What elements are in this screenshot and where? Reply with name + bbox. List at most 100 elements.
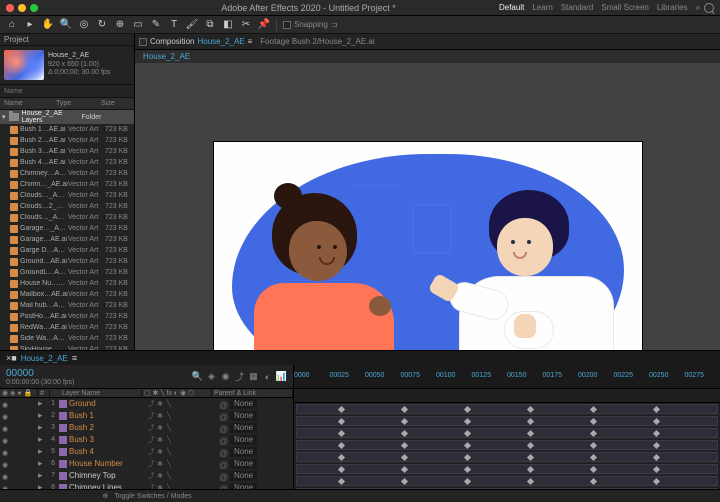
visibility-toggle-icon[interactable] xyxy=(0,471,10,481)
keyframe-icon[interactable] xyxy=(464,418,471,425)
zoom-in-icon[interactable]: ⊕ xyxy=(102,492,108,500)
search-icon[interactable]: 🔍 xyxy=(192,371,203,382)
keyframe-icon[interactable] xyxy=(464,430,471,437)
project-item[interactable]: Garge D…AE.aiVector Art723 KB xyxy=(0,245,134,256)
parent-dropdown[interactable]: None xyxy=(230,435,257,445)
text-tool-icon[interactable]: T xyxy=(168,19,180,31)
maximize-icon[interactable] xyxy=(30,4,38,12)
visibility-toggle-icon[interactable] xyxy=(0,399,10,409)
keyframe-icon[interactable] xyxy=(401,418,408,425)
shy-switch[interactable]: ⤴ xyxy=(147,424,155,432)
brush-tool-icon[interactable]: 🖌 xyxy=(186,19,198,31)
anchor-tool-icon[interactable]: ⊕ xyxy=(114,19,126,31)
current-frame[interactable]: 00000 xyxy=(6,368,75,379)
shy-switch[interactable]: ⤴ xyxy=(147,400,155,408)
keyframe-icon[interactable] xyxy=(338,454,345,461)
col-size[interactable]: Size xyxy=(101,100,115,107)
toggle-switches-modes[interactable]: Toggle Switches / Modes xyxy=(114,493,191,500)
col-layer-name[interactable]: Layer Name xyxy=(60,390,142,397)
keyframe-icon[interactable] xyxy=(590,406,597,413)
shy-icon[interactable]: ⤴ xyxy=(234,371,245,382)
frame-blend-icon[interactable]: ▦ xyxy=(248,371,259,382)
layer-row[interactable]: ▸2Bush 1⤴✱╲@None xyxy=(0,410,293,422)
layer-duration-bar[interactable] xyxy=(296,476,718,486)
pickwhip-icon[interactable]: @ xyxy=(219,460,227,468)
col-type[interactable]: Type xyxy=(56,100,101,107)
keyframe-icon[interactable] xyxy=(653,466,660,473)
keyframe-icon[interactable] xyxy=(527,478,534,485)
layer-row[interactable]: ▸7Chimney Top⤴✱╲@None xyxy=(0,470,293,482)
project-item[interactable]: Chimney…AE.aiVector Art723 KB xyxy=(0,168,134,179)
pen-tool-icon[interactable]: ✎ xyxy=(150,19,162,31)
parent-dropdown[interactable]: None xyxy=(230,459,257,469)
project-item[interactable]: Bush 1…AE.aiVector Art723 KB xyxy=(0,124,134,135)
keyframe-icon[interactable] xyxy=(590,454,597,461)
layer-row[interactable]: ▸4Bush 3⤴✱╲@None xyxy=(0,434,293,446)
composition-tab-active[interactable]: Composition House_2_AE ≡ xyxy=(139,34,252,49)
workspace-libraries[interactable]: Libraries xyxy=(657,3,688,12)
shy-switch[interactable]: ⤴ xyxy=(147,412,155,420)
shy-switch[interactable]: ⤴ xyxy=(147,448,155,456)
twirl-icon[interactable]: ▸ xyxy=(38,398,45,409)
layer-name[interactable]: Ground xyxy=(69,399,147,408)
layer-name[interactable]: Bush 1 xyxy=(69,411,147,420)
draft3d-icon[interactable]: ◉ xyxy=(220,371,231,382)
project-item[interactable]: Garage…AE.aiVector Art723 KB xyxy=(0,234,134,245)
keyframe-icon[interactable] xyxy=(527,442,534,449)
keyframe-icon[interactable] xyxy=(401,478,408,485)
keyframe-icon[interactable] xyxy=(590,466,597,473)
project-item[interactable]: RedWa…AE.aiVector Art723 KB xyxy=(0,322,134,333)
project-item[interactable]: Mailbox…AE.aiVector Art723 KB xyxy=(0,289,134,300)
asset-thumbnail[interactable] xyxy=(4,50,44,80)
col-parent[interactable]: Parent & Link xyxy=(212,390,293,397)
layer-color-label[interactable] xyxy=(59,472,67,480)
visibility-toggle-icon[interactable] xyxy=(0,423,10,433)
layer-color-label[interactable] xyxy=(59,448,67,456)
workspace-small-screen[interactable]: Small Screen xyxy=(601,3,649,12)
twirl-icon[interactable]: ▸ xyxy=(38,482,45,489)
puppet-tool-icon[interactable]: 📌 xyxy=(258,19,270,31)
keyframe-icon[interactable] xyxy=(338,418,345,425)
keyframe-icon[interactable] xyxy=(401,430,408,437)
twirl-icon[interactable]: ▸ xyxy=(38,410,45,421)
quality-switch[interactable]: ╲ xyxy=(165,460,173,468)
layer-row[interactable]: ▸5Bush 4⤴✱╲@None xyxy=(0,446,293,458)
search-icon[interactable] xyxy=(704,3,714,13)
collapse-switch[interactable]: ✱ xyxy=(156,448,164,456)
snap-edge-icon[interactable]: ⊐ xyxy=(331,20,338,29)
keyframe-icon[interactable] xyxy=(590,442,597,449)
keyframe-icon[interactable] xyxy=(338,466,345,473)
project-item[interactable]: House Nu…AE.aiVector Art723 KB xyxy=(0,278,134,289)
breadcrumb-item[interactable]: House_2_AE xyxy=(143,52,190,61)
layer-color-label[interactable] xyxy=(59,412,67,420)
pickwhip-icon[interactable]: @ xyxy=(219,472,227,480)
layer-duration-bar[interactable] xyxy=(296,428,718,438)
keyframe-icon[interactable] xyxy=(527,454,534,461)
tab-menu-icon[interactable]: ≡ xyxy=(72,353,77,363)
minimize-icon[interactable] xyxy=(18,4,26,12)
track-row[interactable] xyxy=(294,415,720,427)
keyframe-icon[interactable] xyxy=(464,466,471,473)
workspace-default[interactable]: Default xyxy=(499,3,524,12)
project-item[interactable]: Clouds…_AE.aiVector Art723 KB xyxy=(0,212,134,223)
keyframe-icon[interactable] xyxy=(464,442,471,449)
project-item[interactable]: Clouds…_AE.aiVector Art723 KB xyxy=(0,190,134,201)
twirl-icon[interactable]: ▸ xyxy=(38,470,45,481)
project-item[interactable]: Ground…AE.aiVector Art723 KB xyxy=(0,256,134,267)
layer-row[interactable]: ▸3Bush 2⤴✱╲@None xyxy=(0,422,293,434)
shy-switch[interactable]: ⤴ xyxy=(147,436,155,444)
keyframe-icon[interactable] xyxy=(653,430,660,437)
parent-dropdown[interactable]: None xyxy=(230,447,257,457)
snapping-toggle[interactable]: Snapping ⊐ xyxy=(283,20,338,29)
layer-color-label[interactable] xyxy=(59,436,67,444)
layer-name[interactable]: House Number xyxy=(69,459,147,468)
collapse-switch[interactable]: ✱ xyxy=(156,472,164,480)
quality-switch[interactable]: ╲ xyxy=(165,448,173,456)
visibility-toggle-icon[interactable] xyxy=(0,411,10,421)
home-icon[interactable]: ⌂ xyxy=(6,19,18,31)
project-item[interactable]: Clouds…2_AE.aiVector Art723 KB xyxy=(0,201,134,212)
parent-dropdown[interactable]: None xyxy=(230,423,257,433)
keyframe-icon[interactable] xyxy=(590,430,597,437)
project-item[interactable]: Garage…_AE.aiVector Art723 KB xyxy=(0,223,134,234)
keyframe-icon[interactable] xyxy=(338,478,345,485)
